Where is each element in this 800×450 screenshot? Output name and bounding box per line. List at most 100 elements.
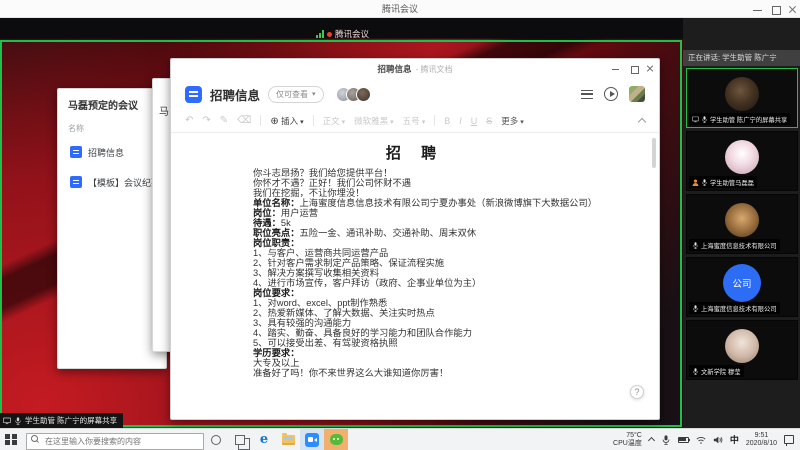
participant-label: 学生助管马磊磊 [689,176,757,188]
list-item-label: 招聘信息 [88,146,124,159]
doc-line: 岗位职责： [253,238,621,248]
tencent-meeting-button[interactable] [300,429,324,450]
underline-icon[interactable]: U [471,116,478,126]
edge-icon: e [260,432,268,447]
doc-lines: 你斗志昂扬？我们给您提供平台！你怀才不遇？正好！我们公司怀财不遇我们在挖掘，不让… [253,168,621,378]
doc-line: 学历要求： [253,348,621,358]
permission-dropdown[interactable]: 仅可查看 [268,86,324,103]
column-header-name: 名称 [68,123,84,134]
doc-line: 1、对word、excel、ppt制作熟悉 [253,298,621,308]
help-button[interactable]: ? [630,385,644,399]
doc-line: 你怀才不遇？正好！我们公司怀财不遇 [253,178,621,188]
network-icon[interactable] [696,435,706,445]
clock[interactable]: 9:512020/8/10 [746,432,777,448]
insert-dropdown[interactable]: ⊕ 插入 [270,115,303,127]
present-icon[interactable] [604,87,618,101]
doc-maximize-icon[interactable] [629,64,638,73]
font-size-dropdown[interactable]: 五号 [403,115,426,127]
italic-icon[interactable]: I [459,116,462,126]
tray-mic-icon[interactable] [661,435,671,445]
meeting-app-label: 腾讯会议 [335,28,369,40]
doc-line: 准备好了吗！你不来世界这么大谁知道你厉害！ [253,368,621,378]
participant-label: 上海蜜度信息技术有限公司 [689,302,780,314]
doc-body: 招 聘 你斗志昂扬？我们给您提供平台！你怀才不遇？正好！我们公司怀财不遇我们在挖… [171,134,659,419]
participant-tile[interactable]: 上海蜜度信息技术有限公司 [686,194,798,254]
doc-toolbar: ↶ ↷ ✎ ⌫ ⊕ 插入 正文 微软雅黑 五号 B I U S 更多 [171,109,659,133]
restore-icon[interactable] [770,4,781,15]
doc-titlebar-suffix: - 腾讯文档 [416,65,453,74]
clear-format-icon[interactable]: ⌫ [237,115,251,126]
doc-line: 我们在挖掘，不让你埋没！ [253,188,621,198]
close-icon[interactable] [787,4,798,15]
task-view-button[interactable] [228,429,252,450]
document-icon [70,176,82,188]
battery-icon[interactable] [678,437,689,443]
taskbar-search [26,431,204,448]
participant-avatar [725,140,759,174]
more-dropdown[interactable]: 更多 [501,115,524,127]
doc-scrollbar[interactable] [652,138,656,168]
list-item[interactable]: 招聘信息 [58,137,166,167]
file-explorer-button[interactable] [276,429,300,450]
mic-icon [701,116,708,123]
doc-line: 职位亮点：五险一金、通讯补助、交通补助、周末双休 [253,228,621,238]
undo-icon[interactable]: ↶ [185,115,193,126]
participant-tile[interactable]: 学生助管 陈广宁的屏幕共享 [686,68,798,128]
user-thumbnail[interactable] [629,86,645,102]
participant-name: 上海蜜度信息技术有限公司 [701,241,777,250]
participant-tile[interactable]: 文新学院 穆莹 [686,320,798,380]
mic-icon [701,179,708,186]
wechat-button[interactable] [324,429,348,450]
windows-logo-icon [5,434,17,446]
strikethrough-icon[interactable]: S [486,116,492,126]
hidden-icons-chevron[interactable] [648,437,655,444]
speaking-banner: 正在讲话: 学生助管 陈广宁 [683,50,800,66]
doc-titlebar-title: 招聘信息- 腾讯文档 [171,59,659,79]
cortana-button[interactable] [204,429,228,450]
presenter-label: 学生助管 陈广宁的屏幕共享 [25,415,117,426]
participant-tile[interactable]: 学生助管马磊磊 [686,131,798,191]
start-button[interactable] [0,429,22,450]
participant-name: 上海蜜度信息技术有限公司 [701,304,777,313]
screen-share-icon [3,417,11,425]
mic-icon [692,305,699,312]
format-painter-icon[interactable]: ✎ [220,115,228,126]
doc-line: 2、热爱新媒体、了解大数据、关注实时热点 [253,308,621,318]
folder-icon [282,435,295,445]
doc-line: 5、可以接受出差、有驾驶资格执照 [253,338,621,348]
participant-tile[interactable]: 公司上海蜜度信息技术有限公司 [686,257,798,317]
volume-icon[interactable] [713,435,723,445]
ime-indicator[interactable]: 中 [730,433,739,446]
search-input[interactable] [26,433,204,450]
action-center-icon[interactable] [784,435,794,444]
participant-name: 文新学院 穆莹 [701,367,741,376]
participant-avatar [725,77,759,111]
tencent-docs-logo-icon [185,86,202,103]
bold-icon[interactable]: B [444,116,450,126]
mic-icon [14,417,22,425]
collapse-toolbar-icon[interactable] [638,118,646,126]
edge-button[interactable]: e [252,429,276,450]
participant-label: 文新学院 穆莹 [689,365,744,377]
signal-icon [316,30,324,38]
redo-icon[interactable]: ↷ [202,115,210,126]
minimize-icon[interactable] [752,4,763,15]
meeting-window-title: 腾讯会议 [0,0,800,18]
doc-close-icon[interactable] [645,64,654,73]
divider [434,115,435,126]
doc-content-heading: 招 聘 [171,142,659,163]
list-item[interactable]: 【模板】会议纪要 [58,167,166,197]
doc-line: 岗位要求： [253,288,621,298]
menu-icon[interactable] [581,90,593,99]
search-icon [31,435,38,442]
meeting-window-titlebar: 腾讯会议 [0,0,800,18]
doc-line: 岗位：用户运营 [253,208,621,218]
font-dropdown[interactable]: 微软雅黑 [354,115,394,127]
doc-line: 大专及以上 [253,358,621,368]
tencent-meeting-icon [305,433,319,447]
participant-name: 学生助管马磊磊 [710,178,754,187]
paragraph-style-dropdown[interactable]: 正文 [323,115,346,127]
doc-minimize-icon[interactable] [611,64,620,73]
doc-header: 招聘信息 仅可查看 [171,79,659,109]
taskbar: e 75°CCPU温度 中 9:512020/8/10 [0,428,800,450]
